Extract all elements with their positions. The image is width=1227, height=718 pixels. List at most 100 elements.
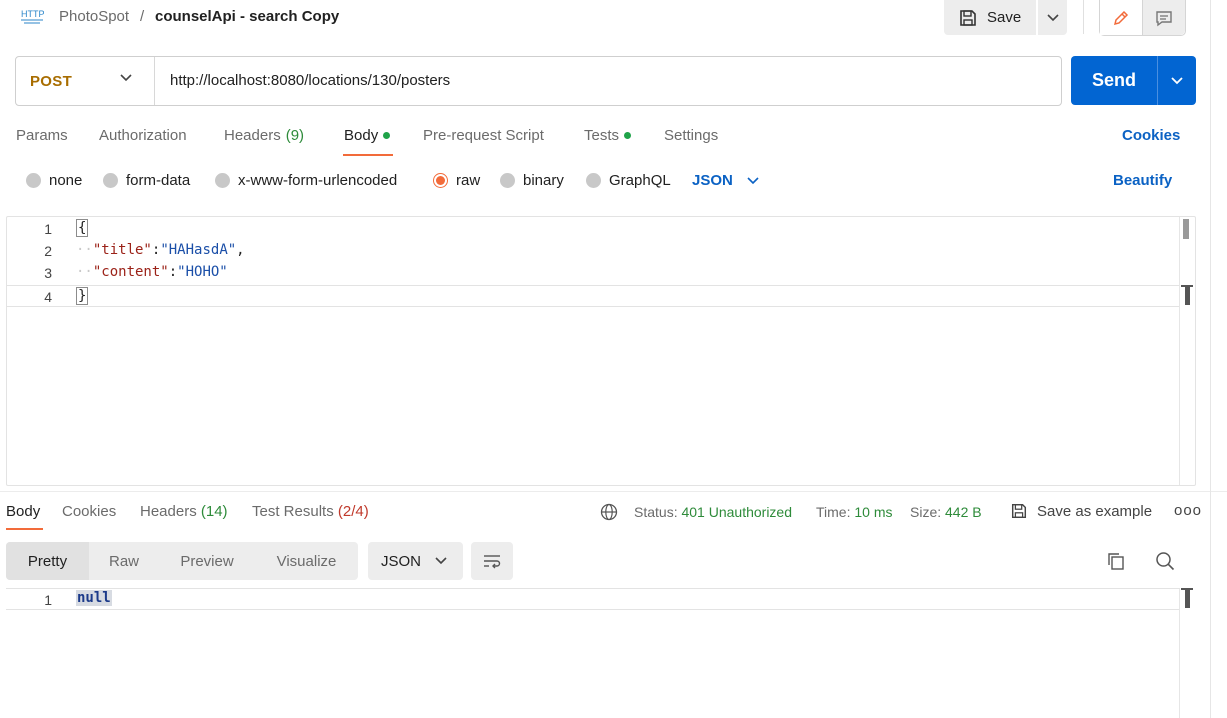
save-button[interactable]: Save (944, 0, 1036, 35)
tab-headers[interactable]: Headers (9) (224, 127, 304, 144)
radio-form-data-label: form-data (126, 172, 191, 189)
radio-circle-selected (433, 173, 448, 188)
radio-circle (586, 173, 601, 188)
body-language-label: JSON (692, 172, 733, 189)
response-time[interactable]: Time: 10 ms (816, 504, 893, 520)
wrap-lines-icon (482, 552, 502, 570)
editor-scrollbar[interactable] (1179, 217, 1195, 485)
line-number: 1 (44, 221, 52, 237)
radio-circle (215, 173, 230, 188)
response-divider[interactable] (0, 491, 1227, 492)
time-value: 10 ms (854, 504, 893, 520)
breadcrumb-parent[interactable]: PhotoSpot (59, 8, 129, 25)
response-tab-body[interactable]: Body (6, 503, 40, 520)
response-tab-test-results[interactable]: Test Results (2/4) (252, 503, 369, 520)
more-options-icon[interactable]: ooo (1174, 502, 1202, 519)
save-label: Save (987, 9, 1022, 26)
tab-settings[interactable]: Settings (664, 127, 718, 144)
breadcrumb-separator: / (140, 8, 145, 25)
view-pretty-button[interactable]: Pretty (6, 542, 89, 580)
send-options-button[interactable] (1157, 56, 1196, 105)
chevron-down-icon (747, 176, 759, 185)
save-options-button[interactable] (1038, 0, 1067, 35)
time-label: Time: (816, 504, 851, 520)
tab-tests-label: Tests (584, 127, 620, 144)
radio-form-data[interactable]: form-data (103, 172, 190, 189)
tab-body-label: Body (344, 127, 379, 144)
pencil-icon (1112, 9, 1130, 27)
editor-line: 2 ··"title":"HAHasdA", (6, 240, 1180, 262)
send-button[interactable]: Send (1071, 56, 1157, 105)
close-brace: } (76, 287, 89, 305)
chevron-down-icon (435, 557, 447, 565)
line-number: 4 (44, 289, 52, 305)
response-size[interactable]: Size: 442 B (910, 504, 982, 520)
response-tab-headers[interactable]: Headers (14) (140, 503, 228, 520)
copy-icon[interactable] (1106, 551, 1126, 571)
response-null-value: null (76, 590, 112, 606)
tab-authorization-label: Authorization (99, 127, 187, 144)
globe-icon[interactable] (600, 503, 618, 521)
wrap-lines-button[interactable] (471, 542, 513, 580)
method-divider (154, 57, 155, 105)
view-raw-button[interactable]: Raw (89, 542, 159, 580)
comments-button[interactable] (1143, 0, 1185, 35)
view-visualize-button[interactable]: Visualize (255, 542, 358, 580)
save-disk-icon (1010, 502, 1028, 520)
response-headers-label: Headers (140, 503, 197, 520)
tab-prerequest-script[interactable]: Pre-request Script (423, 127, 544, 144)
radio-circle (26, 173, 41, 188)
tab-params-label: Params (16, 127, 68, 144)
response-status[interactable]: Status: 401 Unauthorized (634, 504, 792, 520)
view-mode-toggle (1099, 0, 1186, 36)
response-scrollbar[interactable] (1179, 589, 1195, 718)
tab-tests[interactable]: Tests (584, 127, 632, 144)
beautify-button[interactable]: Beautify (1113, 172, 1172, 189)
method-select[interactable]: POST (16, 57, 154, 105)
active-tab-underline (343, 154, 393, 156)
test-results-count: (2/4) (337, 503, 369, 520)
http-icon: HTTP (20, 7, 44, 25)
save-disk-icon (958, 8, 978, 28)
editor-scroll-thumb[interactable] (1183, 219, 1189, 239)
url-input[interactable] (170, 72, 1050, 89)
radio-graphql-label: GraphQL (609, 172, 671, 189)
radio-graphql[interactable]: GraphQL (586, 172, 671, 189)
tab-prerequest-label: Pre-request Script (423, 127, 544, 144)
radio-urlencoded[interactable]: x-www-form-urlencoded (215, 172, 397, 189)
json-key: "title" (92, 242, 152, 258)
request-title[interactable]: counselApi - search Copy (155, 8, 339, 25)
editor-line-current: 4 } (6, 285, 1180, 307)
cookies-link[interactable]: Cookies (1122, 127, 1180, 144)
tab-settings-label: Settings (664, 127, 719, 144)
radio-none-label: none (49, 172, 83, 189)
comment-icon (1155, 9, 1173, 27)
tests-indicator-dot (624, 132, 632, 139)
response-tab-underline (6, 528, 43, 530)
radio-circle (500, 173, 515, 188)
save-as-example-button[interactable]: Save as example (1010, 502, 1152, 520)
tab-authorization[interactable]: Authorization (99, 127, 187, 144)
line-number: 1 (44, 592, 52, 608)
body-language-select[interactable]: JSON (692, 172, 759, 189)
body-indicator-dot (383, 132, 391, 139)
save-as-example-label: Save as example (1037, 502, 1153, 520)
response-format-select[interactable]: JSON (368, 542, 463, 580)
edit-mode-button[interactable] (1100, 0, 1143, 35)
tab-params[interactable]: Params (16, 127, 68, 144)
search-icon[interactable] (1155, 551, 1175, 571)
response-headers-count: (14) (200, 503, 228, 520)
editor-line: 1 { (6, 218, 1180, 240)
tab-body[interactable]: Body (344, 127, 391, 144)
tab-headers-count: (9) (285, 127, 305, 144)
radio-raw[interactable]: raw (433, 172, 480, 189)
radio-binary[interactable]: binary (500, 172, 564, 189)
chevron-down-icon (120, 74, 132, 82)
size-label: Size: (910, 504, 942, 520)
view-preview-button[interactable]: Preview (159, 542, 255, 580)
response-cursor-marker (1181, 588, 1193, 608)
response-tab-cookies[interactable]: Cookies (62, 503, 116, 520)
radio-circle (103, 173, 118, 188)
radio-none[interactable]: none (26, 172, 82, 189)
response-body-line[interactable]: 1 null (6, 588, 1180, 610)
